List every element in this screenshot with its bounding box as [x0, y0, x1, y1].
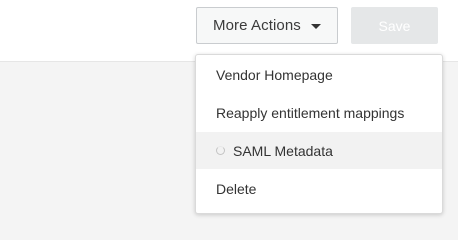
more-actions-button[interactable]: More Actions: [196, 7, 338, 44]
menu-item-label: Reapply entitlement mappings: [216, 104, 405, 121]
menu-item-vendor-homepage[interactable]: Vendor Homepage: [196, 56, 442, 93]
more-actions-menu: Vendor Homepage Reapply entitlement mapp…: [195, 54, 443, 214]
more-actions-label: More Actions: [213, 17, 301, 34]
action-toolbar: More Actions Save: [0, 0, 458, 62]
menu-item-label: SAML Metadata: [233, 142, 333, 159]
caret-down-icon: [310, 24, 321, 29]
menu-item-reapply-entitlement-mappings[interactable]: Reapply entitlement mappings: [196, 94, 442, 131]
save-label: Save: [378, 17, 411, 34]
save-button[interactable]: Save: [351, 7, 438, 44]
menu-item-label: Vendor Homepage: [216, 66, 333, 83]
menu-item-label: Delete: [216, 180, 257, 197]
spinner-icon: [216, 146, 225, 155]
page: More Actions Save Vendor Homepage Reappl…: [0, 0, 458, 219]
menu-item-delete[interactable]: Delete: [196, 170, 442, 207]
menu-item-saml-metadata[interactable]: SAML Metadata: [196, 132, 442, 169]
